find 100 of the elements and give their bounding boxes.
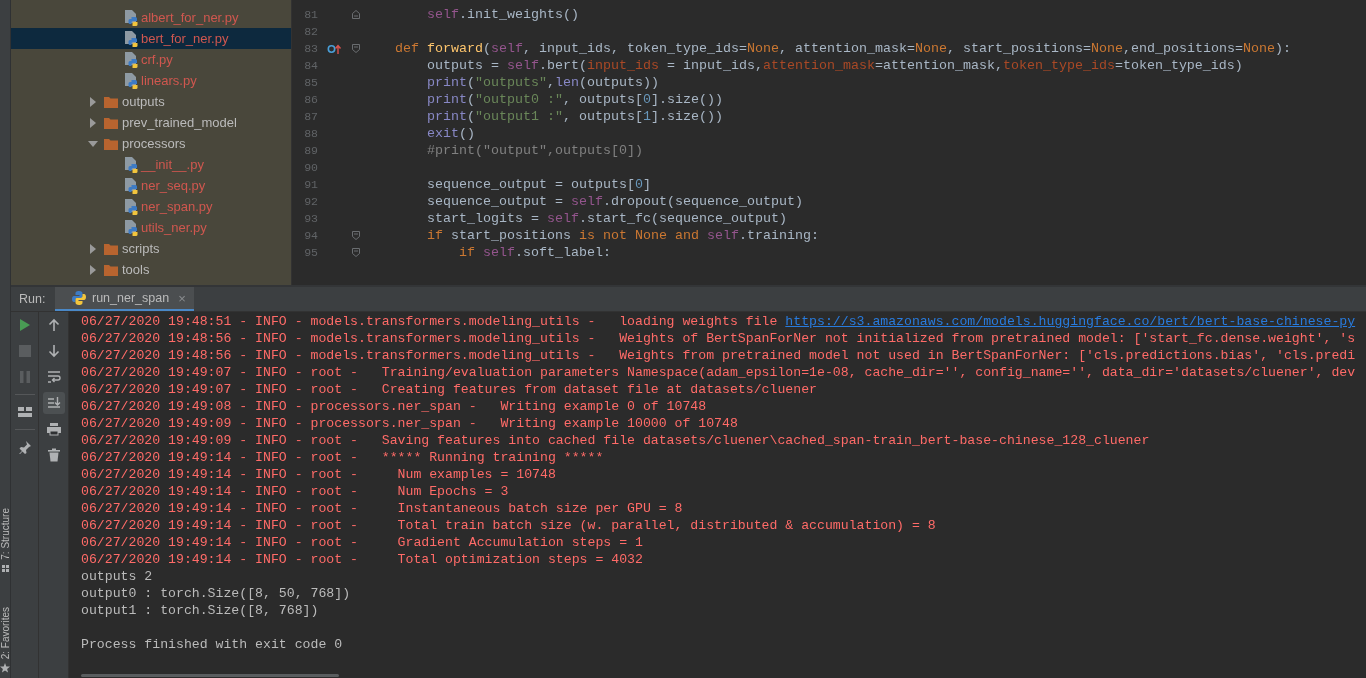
console-line: 06/27/2020 19:49:14 - INFO - root - ***** Running training ***** bbox=[81, 449, 605, 466]
tree-item[interactable]: linears.py bbox=[11, 70, 291, 91]
line-number: 84 bbox=[303, 59, 318, 72]
tree-item[interactable]: scripts bbox=[11, 238, 291, 259]
code-line: if start_positions is not None and self.training: bbox=[426, 228, 819, 243]
python-icon bbox=[71, 290, 87, 306]
console-line: 06/27/2020 19:49:08 - INFO - processors.ner_span - Writing example 0 of 10748 bbox=[81, 398, 708, 415]
code-line: print("outputs",len(outputs)) bbox=[426, 75, 659, 90]
code-line: def forward(self, input_ids, token_type_ids=None, attention_mask=None, start_positions=None,end_positions=None): bbox=[394, 41, 1291, 56]
console-text: 06/27/2020 19:48:51 - INFO - models.transformers.modeling_utils - loading weights file bbox=[81, 314, 779, 329]
stop-icon bbox=[17, 344, 32, 358]
scroll-to-end-icon bbox=[46, 396, 61, 410]
up-arrow-icon bbox=[46, 318, 61, 332]
file-name: linears.py bbox=[141, 73, 197, 88]
code-line: start_logits = self.start_fc(sequence_output) bbox=[426, 211, 787, 226]
tree-item[interactable]: prev_trained_model bbox=[11, 112, 291, 133]
print-icon bbox=[46, 422, 61, 436]
folder-icon bbox=[104, 242, 118, 255]
file-name: utils_ner.py bbox=[141, 220, 207, 235]
code-line: #print("output",outputs[0]) bbox=[426, 143, 643, 158]
pause-icon bbox=[17, 370, 32, 384]
panel-label: Run: bbox=[18, 292, 47, 306]
code-line: exit() bbox=[426, 126, 475, 141]
layout-icon bbox=[17, 405, 32, 419]
tab-label: run_ner_span bbox=[92, 291, 170, 305]
link[interactable]: https://s3.amazonaws.com/models.huggingface.co/bert/bert-base-chinese-py bbox=[785, 314, 1356, 329]
python-file-icon bbox=[124, 219, 138, 236]
code-line: print("output1 :", outputs[1].size()) bbox=[426, 109, 723, 124]
scroll-to-end-button[interactable] bbox=[42, 392, 65, 414]
console-line: 06/27/2020 19:49:14 - INFO - root - Total optimization steps = 4032 bbox=[81, 551, 644, 568]
code-line: outputs = self.bert(input_ids = input_ids,attention_mask=attention_mask,token_type_ids=token_type_ids) bbox=[426, 58, 1243, 73]
line-number: 82 bbox=[303, 25, 318, 38]
code-line: if self.soft_label: bbox=[457, 245, 611, 260]
code-line: print("output0 :", outputs[0].size()) bbox=[426, 92, 723, 107]
tree-item[interactable]: tools bbox=[11, 259, 291, 280]
folder-name: scripts bbox=[122, 241, 160, 256]
tree-item[interactable]: __init__.py bbox=[11, 154, 291, 175]
console-line: 06/27/2020 19:48:56 - INFO - models.transformers.modeling_utils - Weights of BertSpanForNer not initialized from pretrained model: ['start_fc.dense.weight', 's bbox=[81, 330, 1357, 347]
console-line: outputs 2 bbox=[81, 568, 154, 585]
tree-item[interactable]: bert_for_ner.py bbox=[11, 28, 291, 49]
star-icon bbox=[0, 663, 10, 673]
run-tab[interactable]: run_ner_span × bbox=[55, 287, 194, 311]
folder-icon bbox=[104, 137, 118, 150]
close-button[interactable]: × bbox=[178, 290, 186, 306]
code-line: sequence_output = outputs[0] bbox=[426, 177, 651, 192]
file-name: crf.py bbox=[141, 52, 173, 67]
side-tab[interactable]: 2: Favorites bbox=[0, 606, 11, 659]
line-number: 87 bbox=[303, 110, 318, 123]
tree-item[interactable]: ner_seq.py bbox=[11, 175, 291, 196]
tree-item[interactable]: crf.py bbox=[11, 49, 291, 70]
python-file-icon bbox=[124, 30, 138, 47]
console-line: 06/27/2020 19:49:14 - INFO - root - Num examples = 10748 bbox=[81, 466, 557, 483]
python-file-icon bbox=[124, 177, 138, 194]
file-name: albert_for_ner.py bbox=[141, 10, 239, 25]
line-number: 93 bbox=[303, 212, 318, 225]
console-line: 06/27/2020 19:49:14 - INFO - root - Gradient Accumulation steps = 1 bbox=[81, 534, 644, 551]
tree-item[interactable]: albert_for_ner.py bbox=[11, 7, 291, 28]
python-file-icon bbox=[124, 9, 138, 26]
console-line: 06/27/2020 19:49:14 - INFO - root - Num Epochs = 3 bbox=[81, 483, 510, 500]
folder-name: processors bbox=[122, 136, 186, 151]
line-number: 92 bbox=[303, 195, 318, 208]
line-number: 83 bbox=[303, 42, 318, 55]
python-file-icon bbox=[124, 51, 138, 68]
folder-name: outputs bbox=[122, 94, 165, 109]
line-number: 85 bbox=[303, 76, 318, 89]
console-line: 06/27/2020 19:49:07 - INFO - root - Creating features from dataset file at datasets/cluener bbox=[81, 381, 818, 398]
python-file-icon bbox=[124, 156, 138, 173]
code-line: sequence_output = self.dropout(sequence_output) bbox=[426, 194, 803, 209]
line-number: 95 bbox=[303, 246, 318, 259]
down-arrow-icon bbox=[46, 344, 61, 358]
line-number: 89 bbox=[303, 144, 318, 157]
console-line: 06/27/2020 19:49:09 - INFO - processors.ner_span - Writing example 10000 of 10748 bbox=[81, 415, 739, 432]
tree-item[interactable]: outputs bbox=[11, 91, 291, 112]
grid-icon bbox=[0, 563, 10, 573]
scrollbar[interactable] bbox=[81, 674, 339, 677]
console-line: output0 : torch.Size([8, 50, 768]) bbox=[81, 585, 352, 602]
tree-item[interactable]: utils_ner.py bbox=[11, 217, 291, 238]
python-file-icon bbox=[124, 72, 138, 89]
tree-item[interactable]: ner_span.py bbox=[11, 196, 291, 217]
folder-name: tools bbox=[122, 262, 150, 277]
pin-icon bbox=[17, 440, 32, 454]
code-line: self.init_weights() bbox=[426, 7, 579, 22]
folder-icon bbox=[104, 263, 118, 276]
console-line: Process finished with exit code 0 bbox=[81, 636, 344, 653]
line-number: 86 bbox=[303, 93, 318, 106]
console-line: 06/27/2020 19:49:07 - INFO - root - Training/evaluation parameters Namespace(adam_epsilon=1e-08, cache_dir='', config_name='', data_dir='datasets/cluener', dev bbox=[81, 364, 1357, 381]
console-line: 06/27/2020 19:48:56 - INFO - models.transformers.modeling_utils - Weights from pretrained model not used in BertSpanForNer: ['cls.predictions.bias', 'cls.predi bbox=[81, 347, 1357, 364]
console-line: output1 : torch.Size([8, 768]) bbox=[81, 602, 320, 619]
tree-item[interactable]: processors bbox=[11, 133, 291, 154]
file-name: ner_seq.py bbox=[141, 178, 206, 193]
console-line: 06/27/2020 19:49:14 - INFO - root - Total train batch size (w. parallel, distributed & accumulation) = 8 bbox=[81, 517, 937, 534]
console-line: 06/27/2020 19:49:14 - INFO - root - Instantaneous batch size per GPU = 8 bbox=[81, 500, 684, 517]
line-number: 88 bbox=[303, 127, 318, 140]
trash-icon bbox=[46, 448, 61, 462]
file-name: bert_for_ner.py bbox=[141, 31, 229, 46]
line-number: 90 bbox=[303, 161, 318, 174]
file-name: ner_span.py bbox=[141, 199, 213, 214]
side-tab[interactable]: 7: Structure bbox=[0, 508, 11, 560]
folder-icon bbox=[104, 116, 118, 129]
wrap-icon bbox=[46, 370, 61, 384]
